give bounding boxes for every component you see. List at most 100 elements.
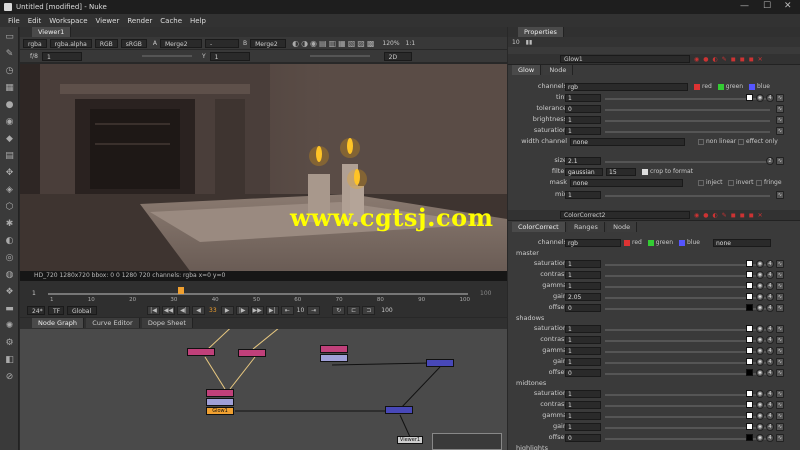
colorwheel-icon[interactable]: ◉ [756, 423, 764, 431]
effect-only-checkbox[interactable] [738, 138, 744, 145]
mask-dropdown[interactable]: none [570, 179, 683, 187]
colorwheel-icon[interactable]: ◉ [756, 369, 764, 377]
cc-row-field[interactable]: 1 [565, 325, 601, 333]
anim-icon[interactable]: ∿ [776, 434, 784, 442]
step-forward-button[interactable]: ⇥ [307, 305, 321, 315]
cc-swatch[interactable] [746, 358, 753, 365]
ocula-tool-icon[interactable]: ✺ [4, 321, 15, 332]
cc-swatch[interactable] [746, 423, 753, 430]
section-highlights[interactable]: highlights [516, 444, 548, 450]
anim-icon[interactable]: ∿ [776, 336, 784, 344]
colorwheel-icon[interactable]: ◉ [756, 260, 764, 268]
brightness-slider[interactable] [605, 120, 770, 122]
node-graph-canvas[interactable]: Glow1 Viewer1 [20, 329, 507, 450]
input-a-dropdown[interactable]: Merge2 [159, 38, 202, 48]
anim-icon[interactable]: ∿ [776, 423, 784, 431]
prev-keyframe-button[interactable]: ◀◀ [162, 305, 175, 315]
menu-cache[interactable]: Cache [160, 17, 182, 25]
glow-channels-dropdown[interactable]: rgb [565, 83, 688, 91]
anim-icon[interactable]: ∿ [776, 325, 784, 333]
cc-green-check-icon[interactable] [647, 239, 654, 246]
tint-channels-icon[interactable]: 4 [766, 94, 774, 102]
close-button[interactable]: ✕ [784, 1, 792, 11]
channels-icon[interactable]: 4 [766, 369, 774, 377]
lut-dropdown[interactable]: sRGB [120, 38, 147, 48]
tolerance-anim-icon[interactable]: ∿ [776, 105, 784, 113]
channels-icon[interactable]: 4 [766, 401, 774, 409]
saturation-anim-icon[interactable]: ∿ [776, 127, 784, 135]
gain-field[interactable]: 1 [41, 51, 82, 61]
cc-panel-icons[interactable]: ◉●◐✎◼◼◼✕ [694, 212, 767, 219]
tf-dropdown[interactable]: TF [48, 305, 64, 315]
colorwheel-icon[interactable]: ◉ [756, 390, 764, 398]
cc-row-field[interactable]: 0 [565, 369, 601, 377]
cc-swatch[interactable] [746, 412, 753, 419]
cc-row-field[interactable]: 1 [565, 271, 601, 279]
gamma-field[interactable]: 1 [209, 51, 250, 61]
inject-checkbox[interactable] [698, 179, 704, 186]
node-glow1[interactable]: Glow1 [206, 407, 234, 415]
node-pink-2[interactable] [238, 349, 266, 357]
cc-row-field[interactable]: 2.05 [565, 293, 601, 301]
tint-swatch[interactable] [746, 94, 753, 101]
draw-tool-icon[interactable]: ✎ [4, 49, 15, 60]
cc-swatch[interactable] [746, 347, 753, 354]
compare-mode-dropdown[interactable]: - [204, 38, 239, 48]
views-tool-icon[interactable]: ⬡ [4, 202, 15, 213]
last-frame-button[interactable]: ▶| [265, 305, 279, 315]
merge-tool-icon[interactable]: ▤ [4, 151, 15, 162]
cc-row-field[interactable]: 1 [565, 390, 601, 398]
glow-panel-icons[interactable]: ◉●◐✎◼◼◼✕ [694, 56, 767, 63]
non-linear-check[interactable]: non linear [698, 138, 736, 145]
saturation-slider[interactable] [605, 131, 770, 133]
colorwheel-icon[interactable]: ◉ [756, 325, 764, 333]
tolerance-slider[interactable] [605, 109, 770, 111]
node-blue-2[interactable] [385, 406, 413, 414]
channels-icon[interactable]: 4 [766, 358, 774, 366]
mix-slider[interactable] [605, 195, 770, 197]
colorwheel-icon[interactable]: ◉ [756, 336, 764, 344]
cc-row-field[interactable]: 1 [565, 401, 601, 409]
cc-row-field[interactable]: 1 [565, 358, 601, 366]
brightness-field[interactable]: 1 [565, 116, 601, 124]
channels-icon[interactable]: 4 [766, 347, 774, 355]
green-check-icon[interactable] [717, 83, 724, 90]
tint-field[interactable]: 1 [565, 94, 601, 102]
channels-icon[interactable]: 4 [766, 336, 774, 344]
menu-edit[interactable]: Edit [28, 17, 42, 25]
cc-row-field[interactable]: 1 [565, 412, 601, 420]
loop-button[interactable]: ↻ [332, 305, 346, 315]
cc-swatch[interactable] [746, 293, 753, 300]
range-dropdown[interactable]: Global [67, 305, 97, 315]
cc-red-check-icon[interactable] [624, 239, 630, 246]
3d-tool-icon[interactable]: ◈ [4, 185, 15, 196]
channels-icon[interactable]: 4 [766, 282, 774, 290]
glow-node-name[interactable]: Glow1 [560, 55, 690, 63]
channels-icon[interactable]: 4 [766, 325, 774, 333]
tab-colorcorrect[interactable]: ColorCorrect [512, 222, 566, 232]
tab-cc-node[interactable]: Node [607, 222, 638, 232]
transform-tool-icon[interactable]: ✥ [4, 168, 15, 179]
prev-frame-button[interactable]: ◀| [177, 305, 190, 315]
anim-icon[interactable]: ∿ [776, 260, 784, 268]
maximize-button[interactable]: ☐ [763, 1, 771, 11]
section-midtones[interactable]: midtones [516, 379, 546, 387]
tab-viewer1[interactable]: Viewer1 [32, 27, 72, 37]
channels-icon[interactable]: 4 [766, 260, 774, 268]
anim-icon[interactable]: ∿ [776, 412, 784, 420]
channel-tool-icon[interactable]: ▦ [4, 83, 15, 94]
anim-icon[interactable]: ∿ [776, 401, 784, 409]
fringe-check[interactable]: fringe [756, 179, 782, 186]
out-point-button[interactable]: ⊐ [362, 305, 376, 315]
cc-swatch[interactable] [746, 336, 753, 343]
image-tool-icon[interactable]: ▭ [4, 32, 15, 43]
mix-field[interactable]: 1 [565, 191, 601, 199]
node-pink-4[interactable] [206, 389, 234, 397]
cc-swatch[interactable] [746, 390, 753, 397]
filter-tool-icon[interactable]: ◉ [4, 117, 15, 128]
cc-channels-dropdown[interactable]: rgb [565, 239, 621, 247]
cc-node-name[interactable]: ColorCorrect2 [560, 211, 690, 219]
cc-row-field[interactable]: 1 [565, 260, 601, 268]
tint-colorwheel-icon[interactable]: ◉ [756, 94, 764, 102]
toolsets-tool-icon[interactable]: ◍ [4, 270, 15, 281]
